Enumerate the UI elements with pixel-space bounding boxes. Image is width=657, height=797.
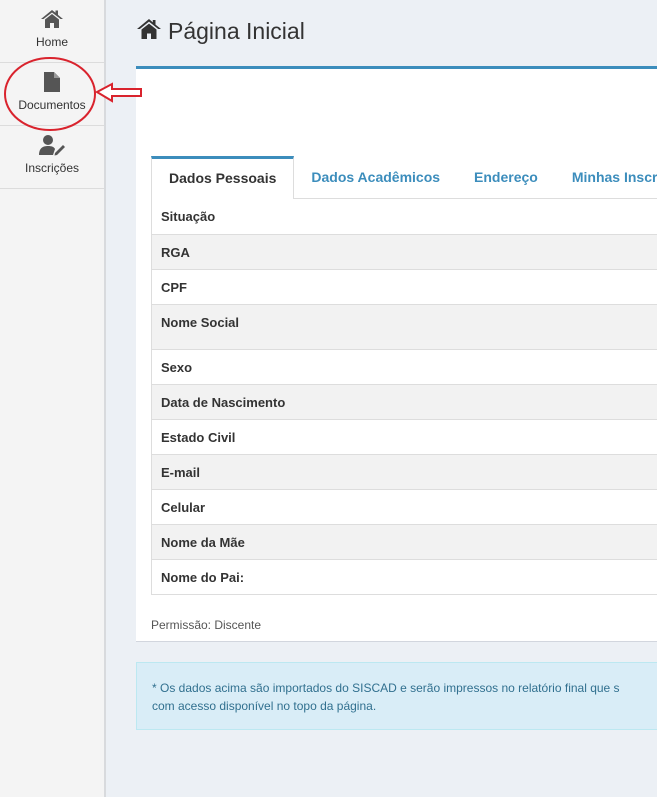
sidebar-item-home[interactable]: Home	[0, 0, 104, 63]
tab-minhas-inscricoes[interactable]: Minhas Inscri	[555, 156, 657, 198]
field-email: E-mail	[152, 454, 657, 489]
field-sexo: Sexo	[152, 349, 657, 384]
notice-line-2: com acesso disponível no topo da página.	[152, 699, 377, 713]
field-rga: RGA	[152, 234, 657, 269]
field-celular: Celular	[152, 489, 657, 524]
sidebar: Home Documentos Inscrições	[0, 0, 106, 797]
field-nome-social: Nome Social	[152, 304, 657, 349]
main-content: Página Inicial Dados Pessoais Dados Acad…	[108, 0, 657, 797]
tab-endereco[interactable]: Endereço	[457, 156, 555, 198]
home-icon	[0, 6, 104, 32]
sidebar-item-documentos[interactable]: Documentos	[0, 63, 104, 126]
field-data-nascimento: Data de Nascimento	[152, 384, 657, 419]
page-title-text: Página Inicial	[168, 18, 305, 44]
sidebar-item-inscricoes[interactable]: Inscrições	[0, 126, 104, 189]
page-title: Página Inicial	[136, 18, 305, 45]
field-estado-civil: Estado Civil	[152, 419, 657, 454]
tab-dados-academicos[interactable]: Dados Acadêmicos	[294, 156, 457, 198]
permission-text: Permissão: Discente	[151, 618, 262, 632]
profile-box: Dados Pessoais Dados Acadêmicos Endereço…	[136, 66, 657, 642]
field-nome-pai: Nome do Pai:	[152, 559, 657, 594]
field-situacao: Situação	[161, 209, 216, 224]
file-icon	[0, 69, 104, 95]
tab-dados-pessoais[interactable]: Dados Pessoais	[151, 156, 295, 199]
field-cpf: CPF	[152, 269, 657, 304]
sidebar-item-label: Home	[35, 35, 68, 49]
field-nome-mae: Nome da Mãe	[152, 524, 657, 559]
personal-data-table: Situação RGA CPF Nome Social Sexo Data d…	[151, 199, 657, 595]
info-callout: * Os dados acima são importados do SISCA…	[136, 662, 657, 730]
sidebar-item-label: Inscrições	[24, 161, 80, 175]
user-edit-icon	[0, 132, 104, 158]
profile-tabs: Dados Pessoais Dados Acadêmicos Endereço…	[151, 156, 657, 199]
home-icon	[136, 18, 162, 45]
sidebar-item-label: Documentos	[18, 98, 86, 112]
notice-line-1: * Os dados acima são importados do SISCA…	[152, 681, 620, 695]
